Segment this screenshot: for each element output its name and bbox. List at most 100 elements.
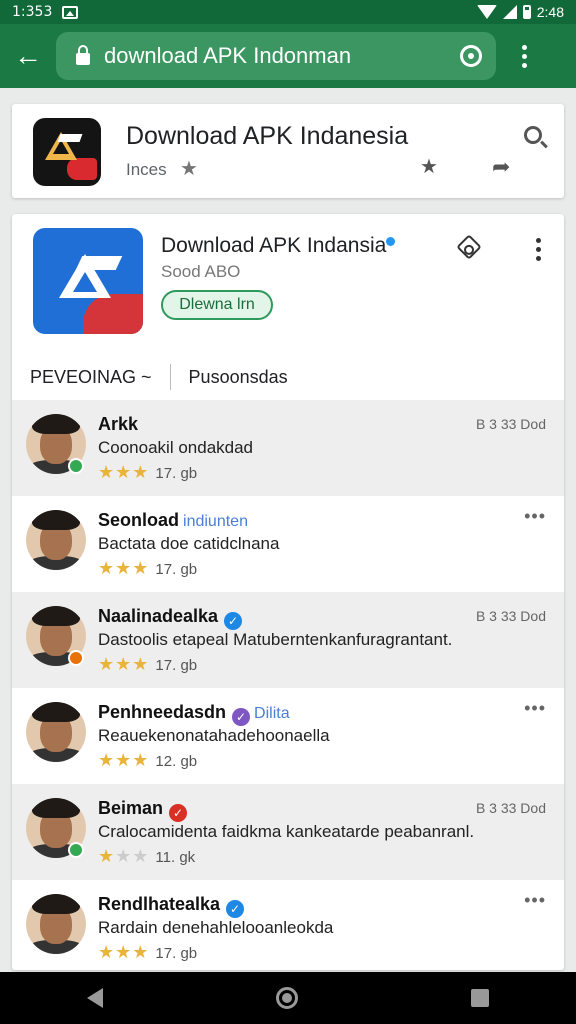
battery-icon [522,5,531,19]
star-icon: ★ [115,942,133,962]
star-icon: ★ [98,846,116,866]
reviewer-name-text: Penhneedasdn [98,702,227,722]
star-icon: ★ [132,654,150,674]
app-detail-card: Download APK Indansia Sood ABO Dlewna lr… [12,214,564,970]
verified-icon: ✓ [224,612,243,630]
reviewer-tag: Dilita [254,705,290,722]
gallery-icon [62,5,79,19]
reviewer-name[interactable]: Seonload indiunten [98,510,248,531]
star-rating: ★★★ 17. gb [98,654,197,675]
rating-count: 11. gk [155,849,196,866]
status-time: 1:353 [12,4,53,20]
review-comment: Reauekenonatahadehoonaella [98,726,330,745]
verified-icon: ✓ [232,708,251,726]
wifi-icon [476,5,497,19]
review-comment: Bactata doe catidclnana [98,534,280,553]
review-item[interactable]: Arkk Coonoakil ondakdad ★★★ 17. gb B 3 33 Do… [12,400,564,496]
status-bar: 1:353 2:48 [0,0,576,24]
app-title-text: Download APK Indansia [161,234,387,257]
review-more-icon[interactable]: ••• [524,698,546,719]
nav-back-icon[interactable] [86,988,103,1008]
lock-icon [76,45,90,65]
star-icon: ★ [98,942,116,962]
reviewer-name[interactable]: Naalinadealka ✓ [98,606,243,630]
tab-sort[interactable]: PEVEOINAG ~ [12,367,170,388]
review-comment: Cralocamidenta faidkma kankeatarde peaba… [98,822,475,841]
review-item[interactable]: Rendlhatealka ✓ Rardain denehahlelooanleok… [12,880,564,970]
verified-icon: ✓ [169,804,188,822]
pin-icon[interactable]: ★ [420,154,438,179]
lens-icon[interactable] [460,45,482,67]
reviewer-name[interactable]: Arkk [98,414,138,435]
app-subtitle: Sood ABO [161,262,241,281]
reviewer-name[interactable]: Rendlhatealka ✓ [98,894,245,918]
review-tabs: PEVEOINAG ~ Pusoonsdas [12,354,564,400]
review-item[interactable]: Naalinadealka ✓ Dastoolis etapeal Matubern… [12,592,564,688]
review-item[interactable]: Beiman ✓ Cralocamidenta faidkma kankeatard… [12,784,564,880]
star-rating: ★★★ 17. gb [98,942,197,963]
review-meta: B 3 33 Dod [475,800,546,816]
star-icon: ★ [115,846,133,866]
star-icon: ★ [132,558,150,578]
star-icon: ★ [115,558,133,578]
share-icon[interactable]: ➦ [492,154,510,180]
review-more-icon[interactable]: ••• [524,506,546,527]
star-icon: ★ [132,846,150,866]
signal-icon [502,5,517,19]
reviewer-name-text: Naalinadealka [98,606,219,626]
status-icons: 2:48 [476,4,564,20]
star-rating: ★★★ 17. gb [98,462,197,483]
settings-icon[interactable] [456,234,482,260]
browser-toolbar: ← download APK Indonman [0,24,576,88]
status-right-time: 2:48 [536,4,564,20]
review-more-icon[interactable]: ••• [524,890,546,911]
star-icon: ★ [98,462,116,482]
nav-recents-icon[interactable] [471,989,490,1007]
rating-count: 12. gb [155,753,198,770]
reviewer-name[interactable]: Beiman ✓ [98,798,188,822]
star-rating: ★★★ 17. gb [98,558,197,579]
app-menu-icon[interactable] [510,238,564,261]
review-item[interactable]: Seonload indiunten Bactata doe catidclnana… [12,496,564,592]
status-badge-icon [68,650,84,666]
overflow-menu-icon[interactable] [496,44,552,68]
status-badge-icon [68,842,84,858]
new-dot-icon [386,237,396,246]
star-icon: ★ [98,654,116,674]
star-icon: ★ [132,942,150,962]
app-header-card: Download APK Indanesia Inces ★ ★ ➦ [12,104,564,198]
back-arrow-icon[interactable]: ← [0,24,56,88]
star-icon: ★ [115,654,133,674]
avatar[interactable] [26,510,86,570]
review-comment: Dastoolis etapeal Matuberntenkanfuragran… [98,630,453,649]
review-meta: B 3 33 Dod [475,416,546,432]
star-icon[interactable]: ★ [180,156,198,181]
url-text[interactable]: download APK Indonman [104,43,460,69]
star-rating: ★★★ 11. gk [98,846,195,867]
tab-filter[interactable]: Pusoonsdas [171,367,306,388]
url-bar[interactable]: download APK Indonman [56,32,496,80]
header-title: Download APK Indanesia [126,122,409,150]
reviewer-name-text: Rendlhatealka [98,894,221,914]
verified-icon: ✓ [226,900,245,918]
reviewer-name-text: Seonload [98,510,180,530]
review-item[interactable]: Penhneedasdn ✓ Dilita Reauekenonatahadehoon… [12,688,564,784]
star-icon: ★ [98,750,116,770]
avatar[interactable] [26,894,86,954]
app-logo-small [33,118,101,186]
install-button[interactable]: Dlewna lrn [161,290,273,320]
star-icon: ★ [132,462,150,482]
reviewer-tag: indiunten [183,513,248,530]
reviewer-name[interactable]: Penhneedasdn ✓ Dilita [98,702,290,726]
star-icon: ★ [132,750,150,770]
search-icon[interactable] [524,126,542,144]
app-logo-large [33,228,143,334]
status-badge-icon [68,458,84,474]
review-comment: Rardain denehahlelooanleokda [98,918,334,937]
app-title: Download APK Indansia [161,234,396,258]
star-rating: ★★★ 12. gb [98,750,197,771]
nav-home-icon[interactable] [275,987,298,1009]
rating-count: 17. gb [155,465,198,482]
avatar[interactable] [26,702,86,762]
rating-count: 17. gb [155,657,198,674]
